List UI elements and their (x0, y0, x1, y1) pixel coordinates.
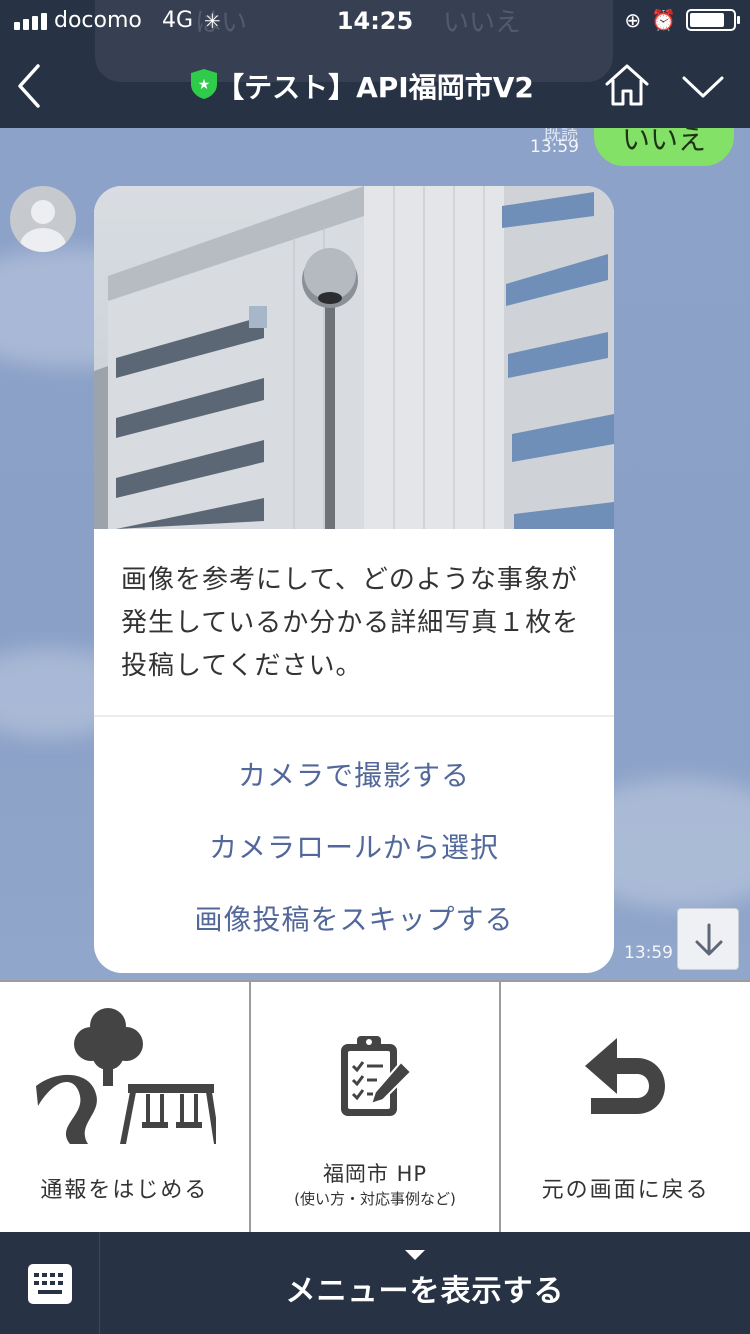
menu-item-fukuoka-hp[interactable]: 福岡市 HP (使い方・対応事例など) (250, 982, 500, 1232)
bot-avatar[interactable] (10, 186, 76, 252)
menu-item-start-report[interactable]: 通報をはじめる (0, 982, 249, 1232)
menu-label-fukuoka-hp: 福岡市 HP (322, 1162, 428, 1186)
menu-label-start-report: 通報をはじめる (40, 1178, 209, 1203)
building-photo[interactable] (94, 186, 614, 529)
received-message-card: 画像を参考にして、どのような事象が発生しているか分かる詳細写真１枚を投稿してくだ… (94, 186, 614, 973)
card-time: 13:59 (624, 943, 673, 963)
header-menu-button[interactable] (680, 70, 726, 102)
top-bar: はい いいえ docomo 4G ✳ 14:25 ⊕ ⏰ ★ 【テスト】API福… (0, 0, 750, 128)
home-icon (605, 64, 649, 106)
card-divider (94, 715, 614, 717)
park-icon (36, 1008, 216, 1145)
action-skip-upload[interactable]: 画像投稿をスキップする (94, 898, 614, 938)
chevron-down-icon (682, 76, 724, 98)
bottom-bar: メニューを表示する (0, 1232, 750, 1334)
menu-label-return: 元の画面に戻る (541, 1178, 710, 1203)
keyboard-icon (28, 1264, 72, 1304)
menu-sublabel-fukuoka-hp: (使い方・対応事例など) (294, 1190, 456, 1208)
menu-toggle-button[interactable]: メニューを表示する (100, 1232, 750, 1334)
scroll-to-bottom-button[interactable] (677, 908, 739, 970)
alarm-icon: ⏰ (651, 8, 676, 32)
caret-down-icon (405, 1250, 425, 1260)
menu-item-return[interactable]: 元の画面に戻る (501, 982, 750, 1232)
orientation-lock-icon: ⊕ (624, 8, 642, 32)
sent-message-text: いいえ (622, 128, 707, 156)
sent-message-time: 13:59 (530, 137, 579, 157)
card-body-text: 画像を参考にして、どのような事象が発生しているか分かる詳細写真１枚を投稿してくだ… (121, 565, 580, 681)
action-take-photo[interactable]: カメラで撮影する (94, 754, 614, 794)
sent-message-bubble[interactable]: いいえ (594, 128, 734, 166)
keyboard-button[interactable] (0, 1232, 100, 1334)
action-camera-roll[interactable]: カメラロールから選択 (94, 826, 614, 866)
rich-menu: 通報をはじめる 福岡市 HP (使い方・対応事例など) 元の画面に戻る (0, 980, 750, 1232)
clipboard-edit-icon (340, 1036, 413, 1116)
return-arrow-icon (585, 1038, 666, 1114)
status-bar: docomo 4G ✳ 14:25 ⊕ ⏰ (0, 0, 750, 42)
home-button[interactable] (602, 62, 652, 108)
menu-toggle-label: メニューを表示する (285, 1274, 565, 1309)
chat-area[interactable]: いいえ 既読 13:59 画像を参考にして、どのような事象が発生しているか分かる… (0, 128, 750, 980)
arrow-down-icon (695, 923, 723, 956)
battery-icon (686, 9, 740, 31)
